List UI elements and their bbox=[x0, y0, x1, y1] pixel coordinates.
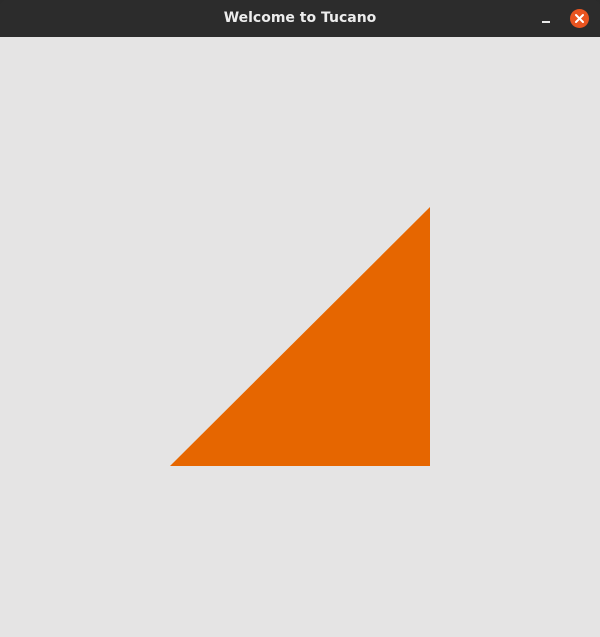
application-window: Welcome to Tucano bbox=[0, 0, 600, 637]
scene-svg bbox=[170, 207, 430, 466]
minimize-icon bbox=[542, 21, 550, 23]
window-title: Welcome to Tucano bbox=[223, 10, 377, 26]
close-button[interactable] bbox=[570, 9, 589, 28]
orange-triangle bbox=[170, 207, 430, 466]
title-bar[interactable]: Welcome to Tucano bbox=[0, 0, 600, 37]
close-icon bbox=[575, 14, 584, 23]
render-canvas[interactable] bbox=[0, 37, 600, 637]
minimize-button[interactable] bbox=[536, 9, 556, 29]
